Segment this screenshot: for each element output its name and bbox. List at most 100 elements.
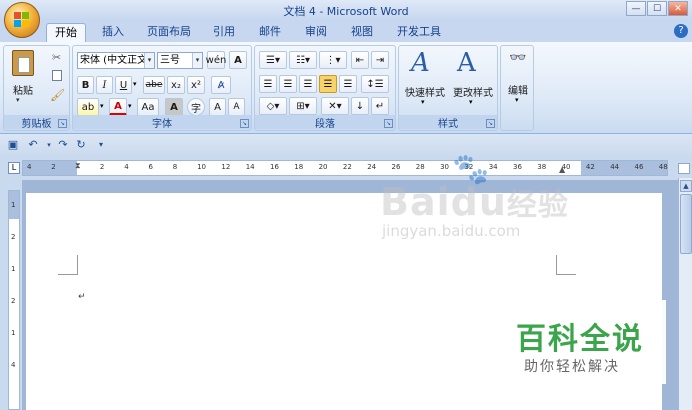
line-spacing-icon[interactable]: ↕☰ (361, 75, 389, 93)
copy-icon[interactable] (52, 70, 62, 81)
vruler-tick-label: 1 (11, 201, 16, 209)
justify-icon[interactable]: ☰ (319, 75, 337, 93)
tab-home[interactable]: 开始 (46, 23, 86, 42)
tab-developer[interactable]: 开发工具 (390, 23, 448, 42)
ruler-tick-label: 2 (51, 163, 56, 171)
paragraph-label: 段落 (255, 115, 395, 130)
font-launcher-icon[interactable]: ↘ (240, 119, 249, 128)
quick-styles-dropdown-icon[interactable]: ▾ (421, 98, 425, 106)
strikethrough-button[interactable]: abe (143, 76, 165, 94)
vertical-scrollbar[interactable]: ▲ (678, 178, 692, 410)
format-painter-icon[interactable]: 🖌 (50, 88, 65, 102)
bullets-icon[interactable]: ☰▾ (259, 51, 287, 69)
chevron-down-icon: ▾ (192, 53, 202, 68)
superscript-button[interactable]: x² (187, 76, 205, 94)
right-indent-marker-icon[interactable]: ▲ (559, 165, 565, 174)
horizontal-ruler[interactable]: 4 2 2 4 6 8 10 12 14 16 18 20 22 24 26 28 30 32 34 36 38 40 42… (22, 160, 668, 176)
vruler-tick-label: 1 (11, 265, 16, 273)
change-styles-button[interactable]: 更改样式 (449, 84, 497, 99)
clear-formatting-icon[interactable]: A̷ (211, 76, 231, 94)
italic-button[interactable]: I (96, 76, 113, 94)
multilevel-list-icon[interactable]: ⋮▾ (319, 51, 347, 69)
ruler-tick-label: 2 (99, 163, 105, 171)
change-styles-dropdown-icon[interactable]: ▾ (469, 98, 473, 106)
tab-page-layout[interactable]: 页面布局 (140, 23, 198, 42)
font-size-select[interactable]: 三号 ▾ (157, 52, 203, 69)
scroll-thumb[interactable] (680, 194, 692, 254)
align-left-icon[interactable]: ☰ (259, 75, 277, 93)
repeat-icon[interactable]: ↻ (74, 138, 88, 152)
character-border-icon[interactable]: A (229, 51, 247, 69)
ruler-tick-label: 48 (658, 163, 668, 171)
office-button[interactable] (4, 2, 40, 38)
shrink-font-button[interactable]: A (228, 98, 245, 116)
show-marks-icon[interactable]: ↵ (371, 97, 389, 115)
highlight-icon[interactable]: ab (77, 98, 99, 116)
font-color-icon[interactable]: A (109, 98, 127, 116)
editing-button[interactable]: 编辑 (503, 82, 533, 97)
customize-toolbar-icon[interactable]: ▾ (94, 138, 108, 152)
editing-dropdown-icon[interactable]: ▾ (515, 96, 519, 104)
paragraph-launcher-icon[interactable]: ↘ (384, 119, 393, 128)
underline-dropdown-icon[interactable]: ▾ (133, 80, 137, 88)
paragraph-group: ☰▾ ☷▾ ⋮▾ ⇤ ⇥ ☰ ☰ ☰ ☰ ☰ ↕☰ ◇▾ ⊞▾ ✕▾ ↓ ↵ 段… (254, 45, 396, 131)
numbering-icon[interactable]: ☷▾ (289, 51, 317, 69)
window-controls: — ☐ ✕ (626, 1, 688, 16)
clipboard-launcher-icon[interactable]: ↘ (58, 119, 67, 128)
vertical-ruler[interactable]: 1 2 1 2 1 4 (8, 190, 20, 410)
view-ruler-icon[interactable] (678, 163, 690, 174)
binoculars-icon[interactable]: 👓 (509, 50, 526, 66)
ruler-tick-label: 18 (294, 163, 304, 171)
font-name-select[interactable]: 宋体 (中文正文 ▾ (77, 52, 155, 69)
ruler-tick-label: 6 (148, 163, 153, 171)
ruler-tick-label: 42 (585, 163, 595, 171)
editing-group: 👓 编辑 ▾ (500, 45, 534, 131)
cut-icon[interactable]: ✂ (52, 51, 61, 64)
save-icon[interactable]: ▣ (6, 138, 20, 152)
shading-icon[interactable]: ◇▾ (259, 97, 287, 115)
underline-button[interactable]: U (115, 76, 132, 94)
redo-icon[interactable]: ↷ (56, 138, 70, 152)
paste-dropdown-icon[interactable]: ▾ (16, 96, 20, 104)
tab-references[interactable]: 引用 (206, 23, 242, 42)
tab-view[interactable]: 视图 (344, 23, 380, 42)
distributed-icon[interactable]: ☰ (339, 75, 357, 93)
undo-dropdown-icon[interactable]: ▾ (42, 138, 56, 152)
tab-mailings[interactable]: 邮件 (252, 23, 288, 42)
close-button[interactable]: ✕ (668, 1, 688, 16)
ruler-tick-label: 26 (391, 163, 401, 171)
font-color-dropdown-icon[interactable]: ▾ (128, 102, 132, 110)
decrease-indent-icon[interactable]: ⇤ (351, 51, 369, 69)
change-case-button[interactable]: Aa (137, 98, 159, 116)
grow-font-button[interactable]: A (209, 98, 226, 116)
tab-selector-icon[interactable]: L (8, 162, 20, 174)
ruler-tick-label: 4 (124, 163, 129, 171)
styles-launcher-icon[interactable]: ↘ (486, 119, 495, 128)
borders-icon[interactable]: ⊞▾ (289, 97, 317, 115)
sort-icon[interactable]: ↓ (351, 97, 369, 115)
increase-indent-icon[interactable]: ⇥ (371, 51, 389, 69)
tab-insert[interactable]: 插入 (94, 23, 132, 42)
quick-styles-button[interactable]: 快速样式 (401, 84, 449, 99)
align-right-icon[interactable]: ☰ (299, 75, 317, 93)
tab-review[interactable]: 审阅 (298, 23, 334, 42)
chinese-layout-icon[interactable]: ✕▾ (321, 97, 349, 115)
phonetic-guide-icon[interactable]: wén (206, 51, 226, 69)
maximize-button[interactable]: ☐ (647, 1, 667, 16)
scroll-up-icon[interactable]: ▲ (680, 180, 692, 192)
paste-icon[interactable] (12, 50, 34, 76)
change-styles-icon[interactable]: A (457, 48, 476, 78)
align-center-icon[interactable]: ☰ (279, 75, 297, 93)
paste-button[interactable]: 粘贴 (8, 82, 38, 97)
help-icon[interactable]: ? (674, 24, 688, 38)
indent-marker-icon[interactable]: ⧗ (75, 161, 81, 171)
bold-button[interactable]: B (77, 76, 94, 94)
character-shading-icon[interactable]: A (165, 98, 183, 116)
undo-icon[interactable]: ↶ (26, 138, 40, 152)
margin-corner-top-left (58, 255, 78, 275)
enclose-characters-icon[interactable]: 字 (187, 98, 205, 116)
quick-styles-icon[interactable]: A (411, 48, 430, 78)
minimize-button[interactable]: — (626, 1, 646, 16)
highlight-dropdown-icon[interactable]: ▾ (100, 102, 104, 110)
subscript-button[interactable]: x₂ (167, 76, 185, 94)
